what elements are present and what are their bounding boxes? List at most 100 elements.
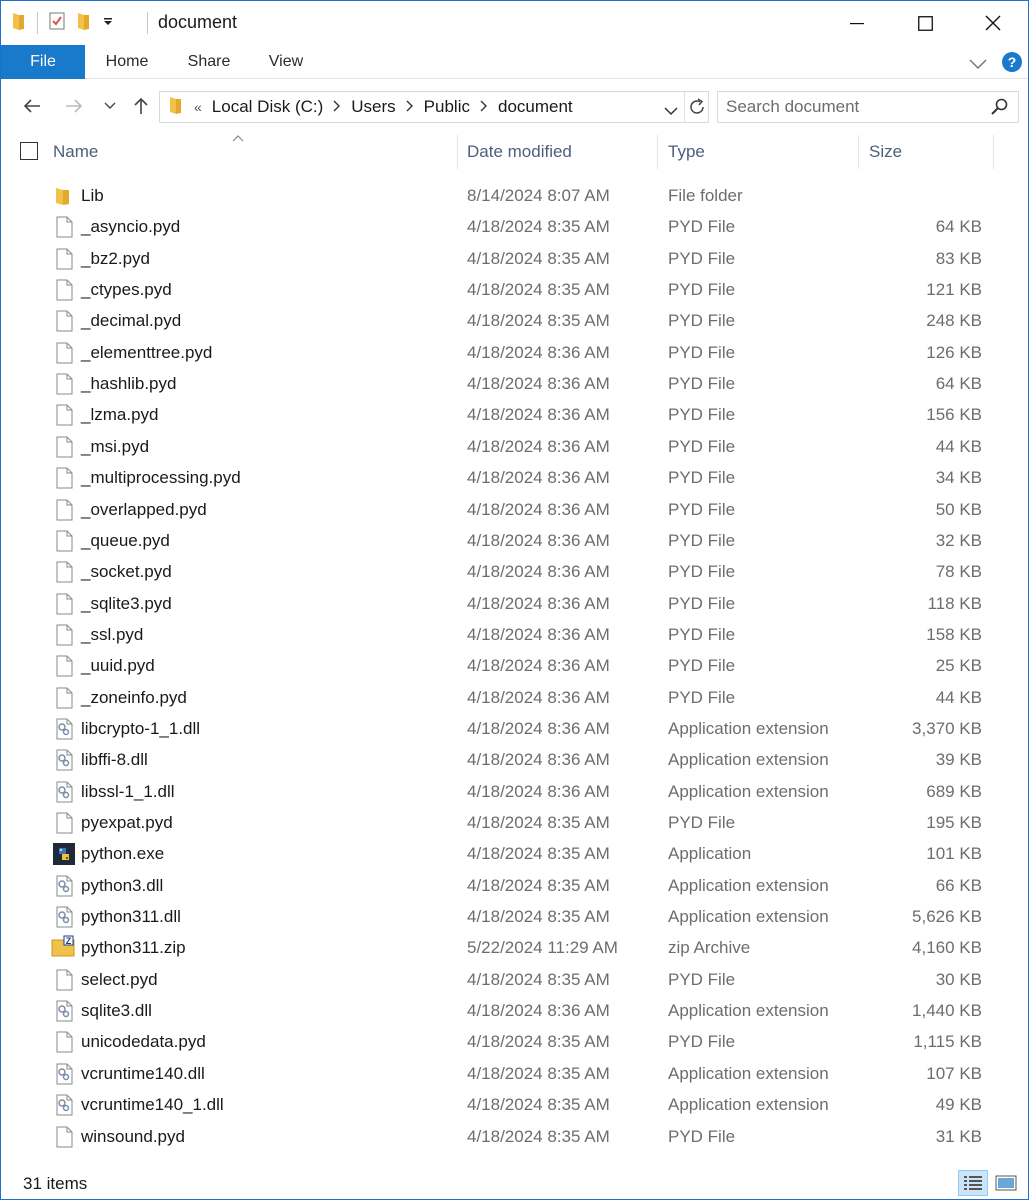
search-box[interactable] xyxy=(717,91,1019,123)
recent-locations-button[interactable] xyxy=(97,93,123,119)
chevron-right-icon[interactable] xyxy=(406,99,414,115)
file-type: PYD File xyxy=(668,530,736,550)
file-name: python3.dll xyxy=(81,875,164,895)
forward-button[interactable] xyxy=(61,93,87,119)
chevron-down-icon xyxy=(104,102,116,109)
file-row[interactable]: winsound.pyd 4/18/2024 8:35 AM PYD File 31 … xyxy=(1,1122,1001,1153)
file-row[interactable]: pyexpat.pyd 4/18/2024 8:35 AM PYD File 195 … xyxy=(1,808,1001,839)
file-icon xyxy=(53,436,75,458)
file-row[interactable]: _msi.pyd 4/18/2024 8:36 AM PYD File 44 KB xyxy=(1,432,1001,463)
file-row[interactable]: _multiprocessing.pyd 4/18/2024 8:36 AM PYD… xyxy=(1,463,1001,494)
file-size: 39 KB xyxy=(935,750,982,770)
chevron-right-icon[interactable] xyxy=(333,99,341,115)
file-size: 248 KB xyxy=(926,311,982,331)
file-name: libcrypto-1_1.dll xyxy=(81,718,201,738)
file-row[interactable]: Zpython311.zip 5/22/2024 11:29 AM zip Arch… xyxy=(1,933,1001,964)
file-icon xyxy=(53,624,75,646)
column-header-type[interactable]: Type xyxy=(660,135,858,171)
customize-toolbar-dropdown-icon[interactable] xyxy=(102,13,114,33)
file-row[interactable]: libcrypto-1_1.dll 4/18/2024 8:36 AM Applic… xyxy=(1,714,1001,745)
file-row[interactable]: _queue.pyd 4/18/2024 8:36 AM PYD File 32 KB xyxy=(1,526,1001,557)
expand-ribbon-icon[interactable] xyxy=(969,55,987,75)
breadcrumb-item-public[interactable]: Public xyxy=(424,97,470,117)
file-row[interactable]: sqlite3.dll 4/18/2024 8:36 AM Application … xyxy=(1,996,1001,1027)
file-row[interactable]: _zoneinfo.pyd 4/18/2024 8:36 AM PYD File 44… xyxy=(1,683,1001,714)
column-divider[interactable] xyxy=(858,135,859,169)
file-row[interactable]: _overlapped.pyd 4/18/2024 8:36 AM PYD File… xyxy=(1,495,1001,526)
file-row[interactable]: python.exe 4/18/2024 8:35 AM Application 10… xyxy=(1,839,1001,870)
address-bar[interactable]: « Local Disk (C:) Users Public document xyxy=(159,91,709,123)
file-row[interactable]: libffi-8.dll 4/18/2024 8:36 AM Application… xyxy=(1,745,1001,776)
breadcrumb-item-local-disk[interactable]: Local Disk (C:) xyxy=(212,97,323,117)
file-date-modified: 4/18/2024 8:35 AM xyxy=(467,1032,610,1052)
file-row[interactable]: libssl-1_1.dll 4/18/2024 8:36 AM Applicati… xyxy=(1,777,1001,808)
column-divider[interactable] xyxy=(993,135,994,169)
file-name: libffi-8.dll xyxy=(81,750,148,770)
file-row[interactable]: _ctypes.pyd 4/18/2024 8:35 AM PYD File 121 … xyxy=(1,275,1001,306)
search-input[interactable] xyxy=(726,96,986,118)
file-icon xyxy=(53,812,75,834)
file-row[interactable]: _bz2.pyd 4/18/2024 8:35 AM PYD File 83 KB xyxy=(1,244,1001,275)
breadcrumb-item-users[interactable]: Users xyxy=(351,97,395,117)
divider xyxy=(37,12,38,34)
file-row[interactable]: _sqlite3.pyd 4/18/2024 8:36 AM PYD File 118… xyxy=(1,589,1001,620)
address-dropdown-icon[interactable] xyxy=(664,101,678,121)
column-header-name[interactable]: Name xyxy=(45,135,457,171)
new-folder-icon[interactable] xyxy=(76,11,92,36)
column-divider[interactable] xyxy=(457,135,458,169)
minimize-button[interactable] xyxy=(823,1,891,45)
file-date-modified: 4/18/2024 8:36 AM xyxy=(467,781,610,801)
file-row[interactable]: _uuid.pyd 4/18/2024 8:36 AM PYD File 25 KB xyxy=(1,651,1001,682)
column-divider[interactable] xyxy=(657,135,658,169)
close-button[interactable] xyxy=(959,1,1027,45)
file-row[interactable]: _elementtree.pyd 4/18/2024 8:36 AM PYD Fil… xyxy=(1,338,1001,369)
file-row[interactable]: _socket.pyd 4/18/2024 8:36 AM PYD File 78 K… xyxy=(1,557,1001,588)
file-row[interactable]: _asyncio.pyd 4/18/2024 8:35 AM PYD File 64 … xyxy=(1,212,1001,243)
file-row[interactable]: python311.dll 4/18/2024 8:35 AM Applicatio… xyxy=(1,902,1001,933)
title-bar: document xyxy=(1,1,1028,45)
file-name: _decimal.pyd xyxy=(81,311,182,331)
file-row[interactable]: vcruntime140_1.dll 4/18/2024 8:35 AM Appli… xyxy=(1,1090,1001,1121)
tab-view[interactable]: View xyxy=(259,45,313,79)
file-row[interactable]: _decimal.pyd 4/18/2024 8:35 AM PYD File 248… xyxy=(1,306,1001,337)
file-date-modified: 4/18/2024 8:35 AM xyxy=(467,280,610,300)
file-row[interactable]: _hashlib.pyd 4/18/2024 8:36 AM PYD File 64 … xyxy=(1,369,1001,400)
file-date-modified: 4/18/2024 8:36 AM xyxy=(467,468,610,488)
file-row[interactable]: select.pyd 4/18/2024 8:35 AM PYD File 30 KB xyxy=(1,965,1001,996)
details-view-button[interactable] xyxy=(958,1170,988,1196)
file-row[interactable]: _lzma.pyd 4/18/2024 8:36 AM PYD File 156 KB xyxy=(1,400,1001,431)
file-row[interactable]: _ssl.pyd 4/18/2024 8:36 AM PYD File 158 KB xyxy=(1,620,1001,651)
select-all-checkbox[interactable] xyxy=(20,142,38,160)
file-icon xyxy=(53,530,75,552)
file-icon xyxy=(53,687,75,709)
refresh-icon[interactable] xyxy=(687,97,707,122)
large-icons-view-button[interactable] xyxy=(991,1170,1021,1196)
maximize-button[interactable] xyxy=(891,1,959,45)
tab-share[interactable]: Share xyxy=(179,45,239,79)
help-icon[interactable]: ? xyxy=(1002,52,1022,77)
file-date-modified: 4/18/2024 8:35 AM xyxy=(467,311,610,331)
file-row[interactable]: vcruntime140.dll 4/18/2024 8:35 AM Applica… xyxy=(1,1059,1001,1090)
breadcrumb-item-document[interactable]: document xyxy=(498,97,573,117)
file-name: python311.zip xyxy=(81,938,186,958)
file-name: _ctypes.pyd xyxy=(81,280,172,300)
tab-file[interactable]: File xyxy=(1,45,85,79)
file-name: _queue.pyd xyxy=(81,530,170,550)
file-row[interactable]: Lib 8/14/2024 8:07 AM File folder xyxy=(1,181,1001,212)
quick-access-toolbar xyxy=(11,11,114,35)
properties-icon[interactable] xyxy=(48,11,66,36)
chevron-right-icon[interactable] xyxy=(480,99,488,115)
column-header-date-modified[interactable]: Date modified xyxy=(459,135,657,171)
up-button[interactable] xyxy=(128,93,154,119)
divider xyxy=(684,92,685,122)
search-icon[interactable] xyxy=(990,97,1010,122)
breadcrumb-overflow[interactable]: « xyxy=(194,99,202,115)
navigation-bar: « Local Disk (C:) Users Public document xyxy=(1,79,1028,135)
dll-icon xyxy=(53,781,75,803)
tab-home[interactable]: Home xyxy=(95,45,159,79)
column-header-size[interactable]: Size xyxy=(861,135,993,171)
file-row[interactable]: unicodedata.pyd 4/18/2024 8:35 AM PYD File… xyxy=(1,1027,1001,1058)
file-size: 64 KB xyxy=(935,217,982,237)
file-row[interactable]: python3.dll 4/18/2024 8:35 AM Application … xyxy=(1,871,1001,902)
back-button[interactable] xyxy=(19,93,45,119)
